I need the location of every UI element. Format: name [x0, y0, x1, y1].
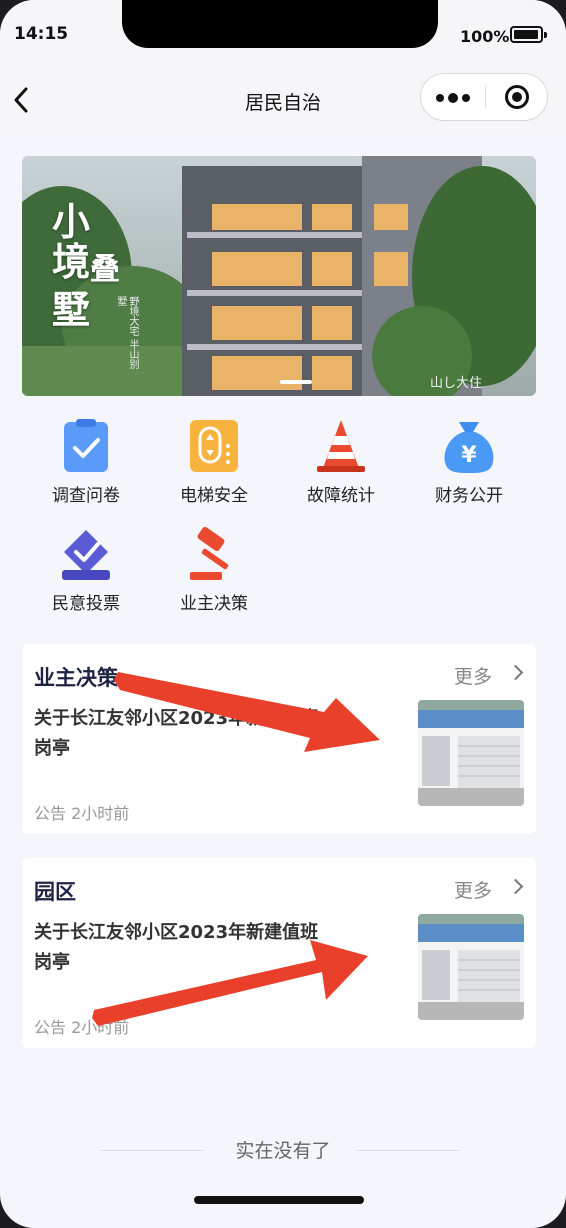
phone-screen: 14:15 100% 居民自治 小 境 叠 墅 野境大宅 半山别墅 山し大住 调… — [0, 0, 566, 1228]
annotation-arrow-1 — [114, 672, 380, 752]
annotation-arrows — [92, 672, 380, 1026]
annotation-arrow-2 — [92, 940, 368, 1026]
